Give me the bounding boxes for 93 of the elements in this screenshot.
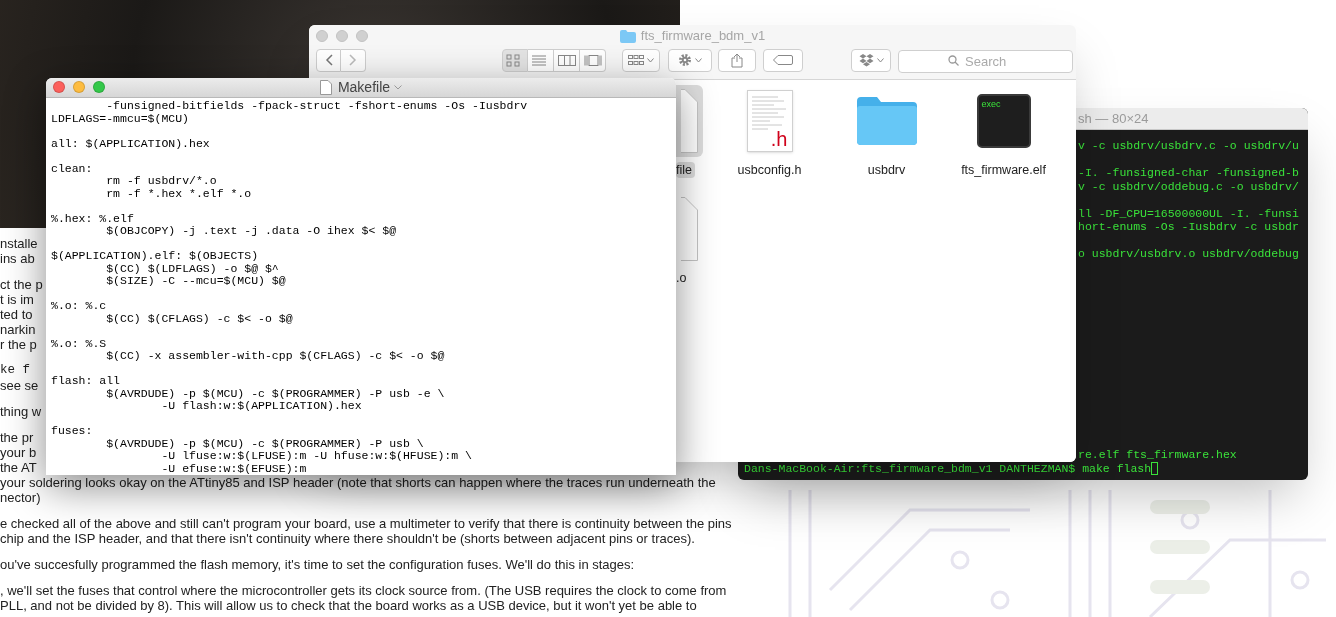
document-icon <box>680 197 699 261</box>
code-line: LDFLAGS=-mmcu=$(MCU) <box>51 112 190 125</box>
code-line: all: $(APPLICATION).hex <box>51 137 210 150</box>
text-line: r the p <box>0 337 37 352</box>
text-line: see se <box>0 378 39 393</box>
code-line: clean: <box>51 162 93 175</box>
tag-button[interactable] <box>763 48 803 72</box>
caret-icon <box>647 57 654 63</box>
caret-icon <box>695 57 702 63</box>
code-line: $(AVRDUDE) -p $(MCU) -c $(PROGRAMMER) -P usb -e \ <box>105 387 445 400</box>
chevron-right-icon <box>349 54 357 66</box>
text-line: chip and the ISP header, and that there isn't continuity where there shouldn't be (shorts between adjacent pins or traces). <box>0 531 695 546</box>
gallery-view-button[interactable] <box>580 48 606 72</box>
code-line: $(CC) $(LDFLAGS) -o $@ $^ <box>105 262 279 275</box>
text-line: your soldering looks okay on the ATtiny85 and ISP header (note that shorts can happen where the traces run underneath the <box>0 475 716 490</box>
code-line: -U flash:w:$(APPLICATION).hex <box>160 400 362 413</box>
text-line: ted to <box>0 307 33 322</box>
code-line: flash: all <box>51 375 120 388</box>
close-button[interactable] <box>316 30 328 42</box>
caret-icon <box>876 57 884 63</box>
terminal-line: ll -DF_CPU=16500000UL -I. -funsi <box>1078 206 1299 220</box>
text-line: e checked all of the above and still can't program your board, use a multimeter to verify that there is continuity between the pins <box>0 516 732 531</box>
column-view-button[interactable] <box>554 48 580 72</box>
file-name[interactable]: usbconfig.h <box>734 162 805 178</box>
gallery-view-icon <box>583 53 602 67</box>
icon-view-button[interactable] <box>502 48 528 72</box>
file-extension-label: .h <box>770 129 788 149</box>
back-button[interactable] <box>316 48 341 72</box>
tag-icon <box>773 55 793 65</box>
file-name[interactable]: usbdrv <box>864 162 909 178</box>
text-line: ins ab <box>0 251 35 266</box>
text-line: t is im <box>0 292 34 307</box>
terminal-line: o usbdrv/usbdrv.o usbdrv/oddebug <box>1078 247 1299 261</box>
text-line: ou've succesfully programmed the flash memory, it's time to set the configuration fuses. We'll do this in stages: <box>0 557 635 572</box>
forward-button[interactable] <box>341 48 366 72</box>
search-icon <box>948 54 959 66</box>
search-field[interactable]: Search <box>898 49 1073 73</box>
text-line: nstalle <box>0 236 38 251</box>
chevron-down-icon[interactable] <box>394 85 403 90</box>
text-line: the pr <box>0 430 34 445</box>
text-line: ct the p <box>0 277 43 292</box>
settings-button-x[interactable] <box>668 48 712 72</box>
code-line: rm -f *.hex *.elf *.o <box>105 187 252 200</box>
icon-label: exec <box>981 99 1002 109</box>
code-line: -U efuse:w:$(EFUSE):m <box>160 462 307 475</box>
code-line: -U lfuse:w:$(LFUSE):m -U hfuse:w:$(HFUSE):m \ <box>160 450 472 463</box>
code-line: %.o: %.S <box>51 337 107 350</box>
columns-view-icon <box>557 53 576 67</box>
dropbox-button[interactable] <box>851 48 891 72</box>
text-line: your b <box>0 445 37 460</box>
folder-icon <box>856 97 917 145</box>
code-line: $(CC) -x assembler-with-cpp $(CFLAGS) -c $< -o $@ <box>105 350 445 363</box>
window-title: fts_firmware_bdm_v1 <box>640 27 766 46</box>
zoom-button[interactable] <box>356 30 368 42</box>
code-line: -funsigned-bitfields -fpack-struct -fshort-enums -Os -Iusbdrv <box>105 100 528 113</box>
terminal-line: Dans-MacBook-Air:fts_firmware_bdm_v1 DANTHEZMAN$ make flash <box>744 461 1152 475</box>
code-line: %.hex: %.elf <box>51 212 134 225</box>
code-line: $(SIZE) -C --mcu=$(MCU) $@ <box>105 275 286 288</box>
text-line: thing w <box>0 404 42 419</box>
text-line: PLL, and not be divided by 8). This will allow us to check that the board works as a USB device, but it won't yet be able to <box>0 598 697 613</box>
text-line: the AT <box>0 460 37 475</box>
file-name[interactable]: .o <box>676 270 690 286</box>
arrange-button[interactable] <box>622 48 660 72</box>
window-title: sh — 80×24 <box>1078 109 1149 128</box>
terminal-line: v -c usbdrv/oddebug.c -o usbdrv/ <box>1078 179 1299 193</box>
terminal-line: hort-enums -Os -Iusbdrv -c usbdr <box>1078 220 1299 234</box>
chevron-left-icon <box>324 54 333 66</box>
share-icon <box>731 52 743 68</box>
file-name[interactable]: file <box>676 162 695 178</box>
text-line: , we'll set the fuses that control where the microcontroller gets its clock source from. (The USB requires the clock to come from <box>0 583 727 598</box>
share-button[interactable] <box>718 48 756 72</box>
terminal-line: v -c usbdrv/usbdrv.c -o usbdrv/u <box>1078 139 1299 153</box>
minimize-button[interactable] <box>336 30 348 42</box>
code-line: %.o: %.c <box>51 300 107 313</box>
code-line: rm -f usbdrv/*.o <box>105 175 217 188</box>
dropbox-icon <box>858 53 874 67</box>
text-line: narkin <box>0 322 36 337</box>
folder-icon <box>619 29 636 43</box>
document-icon <box>319 80 332 95</box>
code-line: fuses: <box>51 425 93 438</box>
gear-icon <box>678 53 692 67</box>
terminal-line: re.elf fts_firmware.hex <box>1078 448 1237 462</box>
code-line: $(CC) $(CFLAGS) -c $< -o $@ <box>105 312 293 325</box>
list-view-button[interactable] <box>528 48 554 72</box>
grid-icon <box>628 55 644 65</box>
code-line: $(OBJCOPY) -j .text -j .data -O ihex $< $@ <box>105 225 397 238</box>
text-line: nector) <box>0 490 41 505</box>
window-title: Makefile <box>337 78 391 97</box>
terminal-line: -I. -funsigned-char -funsigned-b <box>1078 166 1299 180</box>
code-line: $(AVRDUDE) -p $(MCU) -c $(PROGRAMMER) -P usb \ <box>105 437 424 450</box>
code-line: $(APPLICATION).elf: $(OBJECTS) <box>51 250 259 263</box>
file-name[interactable]: fts_firmware.elf <box>958 162 1049 178</box>
code-text: ke f <box>0 363 30 378</box>
